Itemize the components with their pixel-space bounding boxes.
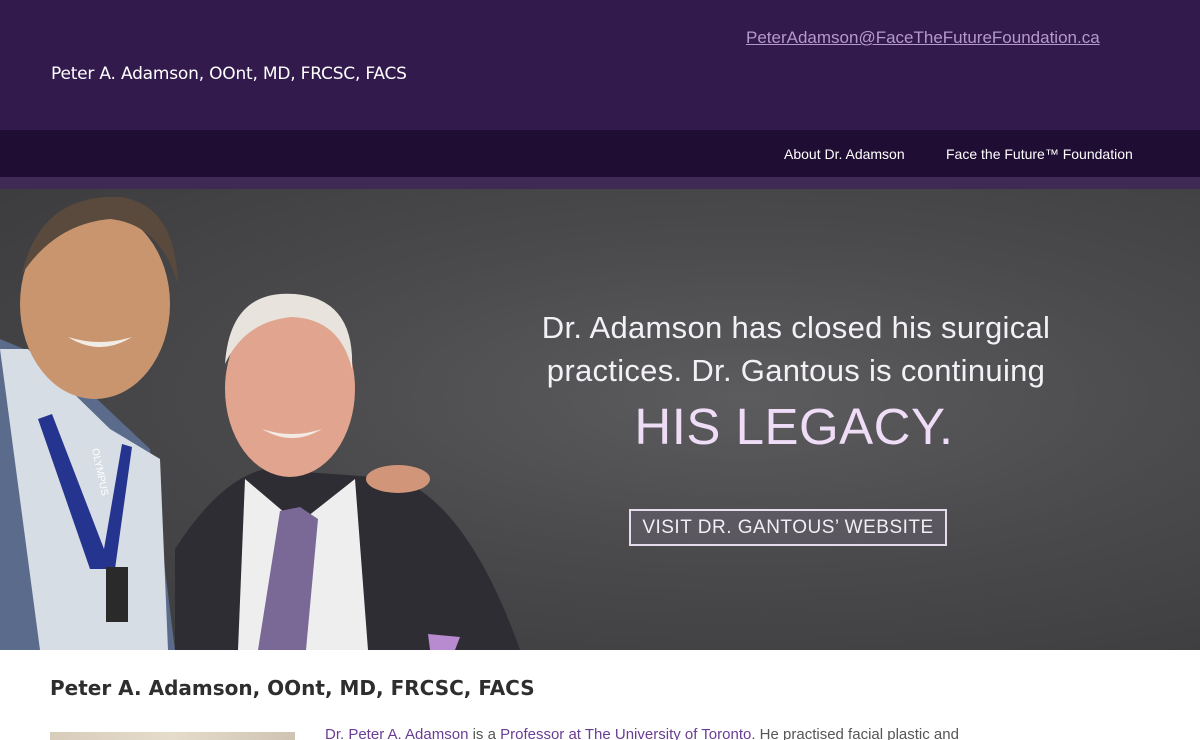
nav-item-about[interactable]: About Dr. Adamson (784, 146, 905, 162)
page-title: Peter A. Adamson, OOnt, MD, FRCSC, FACS (50, 676, 535, 700)
intro-text-1: is a (468, 726, 501, 740)
intro-text-2: . He practised facial plastic and (751, 726, 959, 740)
hero-banner: OLYMPUS Dr. Adamson has closed his surgi… (0, 189, 1200, 650)
nav-divider (0, 177, 1200, 189)
hero-legacy-heading: HIS LEGACY. (634, 398, 954, 455)
site-header: PeterAdamson@FaceTheFutureFoundation.ca … (0, 0, 1200, 130)
site-title[interactable]: Peter A. Adamson, OOnt, MD, FRCSC, FACS (51, 64, 407, 84)
hero-headline-line-2: practices. Dr. Gantous is continuing (546, 353, 1046, 388)
main-nav: About Dr. Adamson Face the Future™ Found… (0, 130, 1200, 177)
profile-thumbnail (50, 732, 295, 740)
hero-headline-line-1: Dr. Adamson has closed his surgical (541, 310, 1051, 345)
intro-link-name[interactable]: Dr. Peter A. Adamson (325, 726, 468, 740)
visit-gantous-website-button[interactable]: VISIT DR. GANTOUS’ WEBSITE (629, 509, 947, 546)
intro-paragraph: Dr. Peter A. Adamson is a Professor at T… (325, 726, 1155, 740)
email-link[interactable]: PeterAdamson@FaceTheFutureFoundation.ca (746, 28, 1100, 48)
intro-link-professor[interactable]: Professor at The University of Toronto (500, 726, 751, 740)
nav-item-foundation[interactable]: Face the Future™ Foundation (946, 146, 1133, 162)
